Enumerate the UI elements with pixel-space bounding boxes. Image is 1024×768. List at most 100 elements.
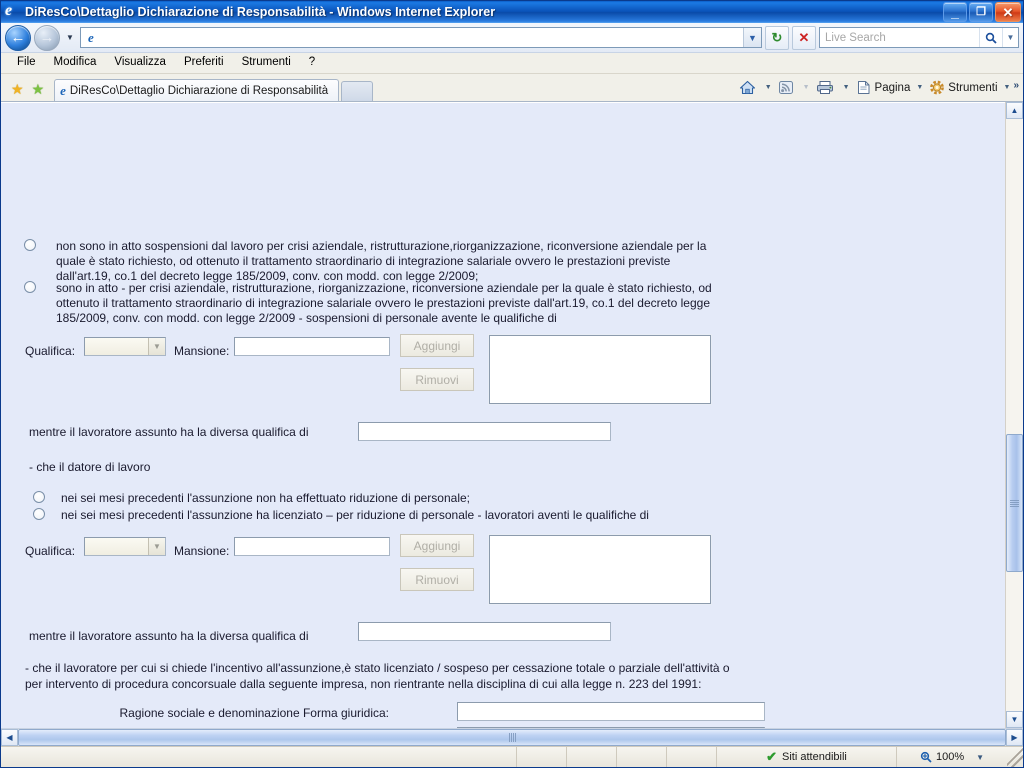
address-dropdown-button[interactable]: ▼ [743, 28, 761, 47]
menu-preferiti[interactable]: Preferiti [176, 55, 232, 71]
scroll-left-button[interactable]: ◀ [1, 729, 18, 746]
chevron-down-icon: ▼ [1006, 33, 1015, 42]
datore-di-lavoro-heading: - che il datore di lavoro [29, 460, 151, 474]
rimuovi-button-1[interactable]: Rimuovi [400, 368, 474, 391]
page-favicon-icon: e [88, 29, 94, 45]
qualifica-select-2[interactable]: ▼ [84, 537, 166, 556]
scroll-down-button[interactable]: ▼ [1006, 711, 1023, 728]
search-submit-button[interactable] [979, 28, 1002, 47]
radio-button-icon[interactable] [24, 239, 36, 251]
security-zone-indicator[interactable]: ✔ Siti attendibili [717, 747, 897, 767]
radio-option-4[interactable] [33, 507, 45, 525]
back-button[interactable]: ← [5, 24, 31, 51]
menu-visualizza[interactable]: Visualizza [106, 55, 174, 71]
refresh-button[interactable]: ↻ [765, 25, 789, 50]
address-bar[interactable]: e ▼ [79, 27, 762, 48]
zoom-level-label: 100% [935, 751, 965, 763]
menu-file[interactable]: File [9, 55, 44, 71]
vertical-scrollbar[interactable]: ▲ ▼ [1005, 102, 1023, 728]
search-options-button[interactable]: ▼ [1002, 28, 1018, 47]
diversa-qualifica-input-2[interactable] [358, 622, 611, 641]
recent-pages-button[interactable]: ▼ [63, 33, 77, 42]
search-input[interactable] [820, 28, 979, 47]
chevron-down-icon: ▼ [66, 33, 74, 42]
chevron-right-icon: ▶ [1011, 733, 1018, 742]
qualifica-label-1: Qualifica: [25, 344, 76, 358]
tab-active[interactable]: e DiResCo\Dettaglio Dichiarazione di Res… [54, 79, 340, 101]
navigation-toolbar: ← → ▼ e ▼ ↻ ✕ Live Search ▼ [1, 23, 1023, 53]
restore-icon: ❐ [976, 5, 986, 18]
scroll-up-button[interactable]: ▲ [1006, 102, 1023, 119]
chevron-down-icon: ▼ [148, 338, 165, 355]
favorites-center-icon[interactable]: ★ [11, 82, 24, 96]
scroll-grip-icon [508, 733, 516, 742]
toolbar-overflow-icon[interactable]: » [1013, 78, 1019, 91]
add-to-favorites-icon[interactable]: ★ [32, 82, 45, 96]
lavoratore-paragraph-line1: - che il lavoratore per cui si chiede l'… [25, 661, 730, 675]
diversa-qualifica-input-1[interactable] [358, 422, 611, 441]
feeds-button[interactable] [775, 78, 800, 97]
tools-menu-button[interactable]: Strumenti [926, 78, 1000, 97]
close-button[interactable]: ✕ [995, 2, 1021, 22]
aggiungi-button-2[interactable]: Aggiungi [400, 534, 474, 557]
title-bar: e DiResCo\Dettaglio Dichiarazione di Res… [1, 1, 1023, 23]
horizontal-scroll-track[interactable] [18, 729, 1006, 746]
tools-chevron-down-icon[interactable]: ▼ [1002, 84, 1013, 91]
new-tab-button[interactable] [341, 81, 374, 101]
qualifica-select-1[interactable]: ▼ [84, 337, 166, 356]
home-chevron-down-icon[interactable]: ▼ [763, 84, 774, 91]
radio-button-icon[interactable] [33, 508, 45, 520]
status-cell-2 [567, 747, 617, 767]
radio-button-icon[interactable] [33, 491, 45, 503]
page-chevron-down-icon[interactable]: ▼ [914, 84, 925, 91]
stop-button[interactable]: ✕ [792, 25, 816, 50]
address-input[interactable] [98, 28, 743, 47]
resize-grip-icon[interactable] [1007, 747, 1023, 767]
menu-modifica[interactable]: Modifica [46, 55, 105, 71]
minimize-icon: _ [951, 4, 959, 20]
radio-option-1[interactable] [24, 238, 36, 256]
radio-option-3[interactable] [33, 490, 45, 508]
rimuovi-button-2[interactable]: Rimuovi [400, 568, 474, 591]
ragione-sociale-input[interactable] [457, 702, 765, 721]
qualifiche-listbox-1[interactable] [489, 335, 711, 404]
ie-logo-icon: e [5, 2, 13, 19]
minimize-button[interactable]: _ [943, 2, 967, 22]
menu-help[interactable]: ? [301, 55, 323, 71]
radio-button-icon[interactable] [24, 281, 36, 293]
diversa-qualifica-label-1: mentre il lavoratore assunto ha la diver… [29, 425, 309, 439]
vertical-scroll-track[interactable] [1006, 119, 1023, 711]
radio-option-4-label: nei sei mesi precedenti l'assunzione ha … [61, 508, 649, 522]
mansione-input-1[interactable] [234, 337, 390, 356]
mansione-input-2[interactable] [234, 537, 390, 556]
search-box[interactable]: ▼ [819, 27, 1019, 48]
print-chevron-down-icon[interactable]: ▼ [841, 84, 852, 91]
feeds-chevron-down-icon: ▼ [802, 84, 810, 91]
radio-option-2[interactable] [24, 280, 36, 298]
menu-bar: File Modifica Visualizza Preferiti Strum… [1, 53, 1023, 74]
security-zone-label: Siti attendibili [782, 751, 847, 763]
zoom-chevron-down-icon[interactable]: ▼ [976, 753, 984, 762]
menu-strumenti[interactable]: Strumenti [234, 55, 299, 71]
gear-icon [930, 80, 945, 95]
chevron-left-icon: ◀ [6, 733, 13, 742]
page-menu-button[interactable]: Pagina [853, 78, 914, 97]
scroll-grip-icon [1010, 499, 1019, 507]
status-cell-4 [667, 747, 717, 767]
codice-fiscale-input[interactable] [457, 727, 765, 728]
forward-button[interactable]: → [34, 24, 60, 51]
print-button[interactable] [813, 78, 840, 97]
home-button[interactable] [736, 78, 762, 97]
status-cell-3 [617, 747, 667, 767]
horizontal-scroll-thumb[interactable] [18, 729, 1006, 746]
zoom-control[interactable]: 100% ▼ [897, 747, 1007, 767]
horizontal-scrollbar[interactable]: ◀ ▶ [1, 728, 1023, 746]
vertical-scroll-thumb[interactable] [1006, 434, 1023, 572]
trusted-sites-check-icon: ✔ [766, 749, 778, 764]
aggiungi-button-1[interactable]: Aggiungi [400, 334, 474, 357]
status-cell-1 [517, 747, 567, 767]
restore-button[interactable]: ❐ [969, 2, 993, 22]
scroll-right-button[interactable]: ▶ [1006, 729, 1023, 746]
page-menu-label: Pagina [874, 81, 911, 94]
qualifiche-listbox-2[interactable] [489, 535, 711, 604]
